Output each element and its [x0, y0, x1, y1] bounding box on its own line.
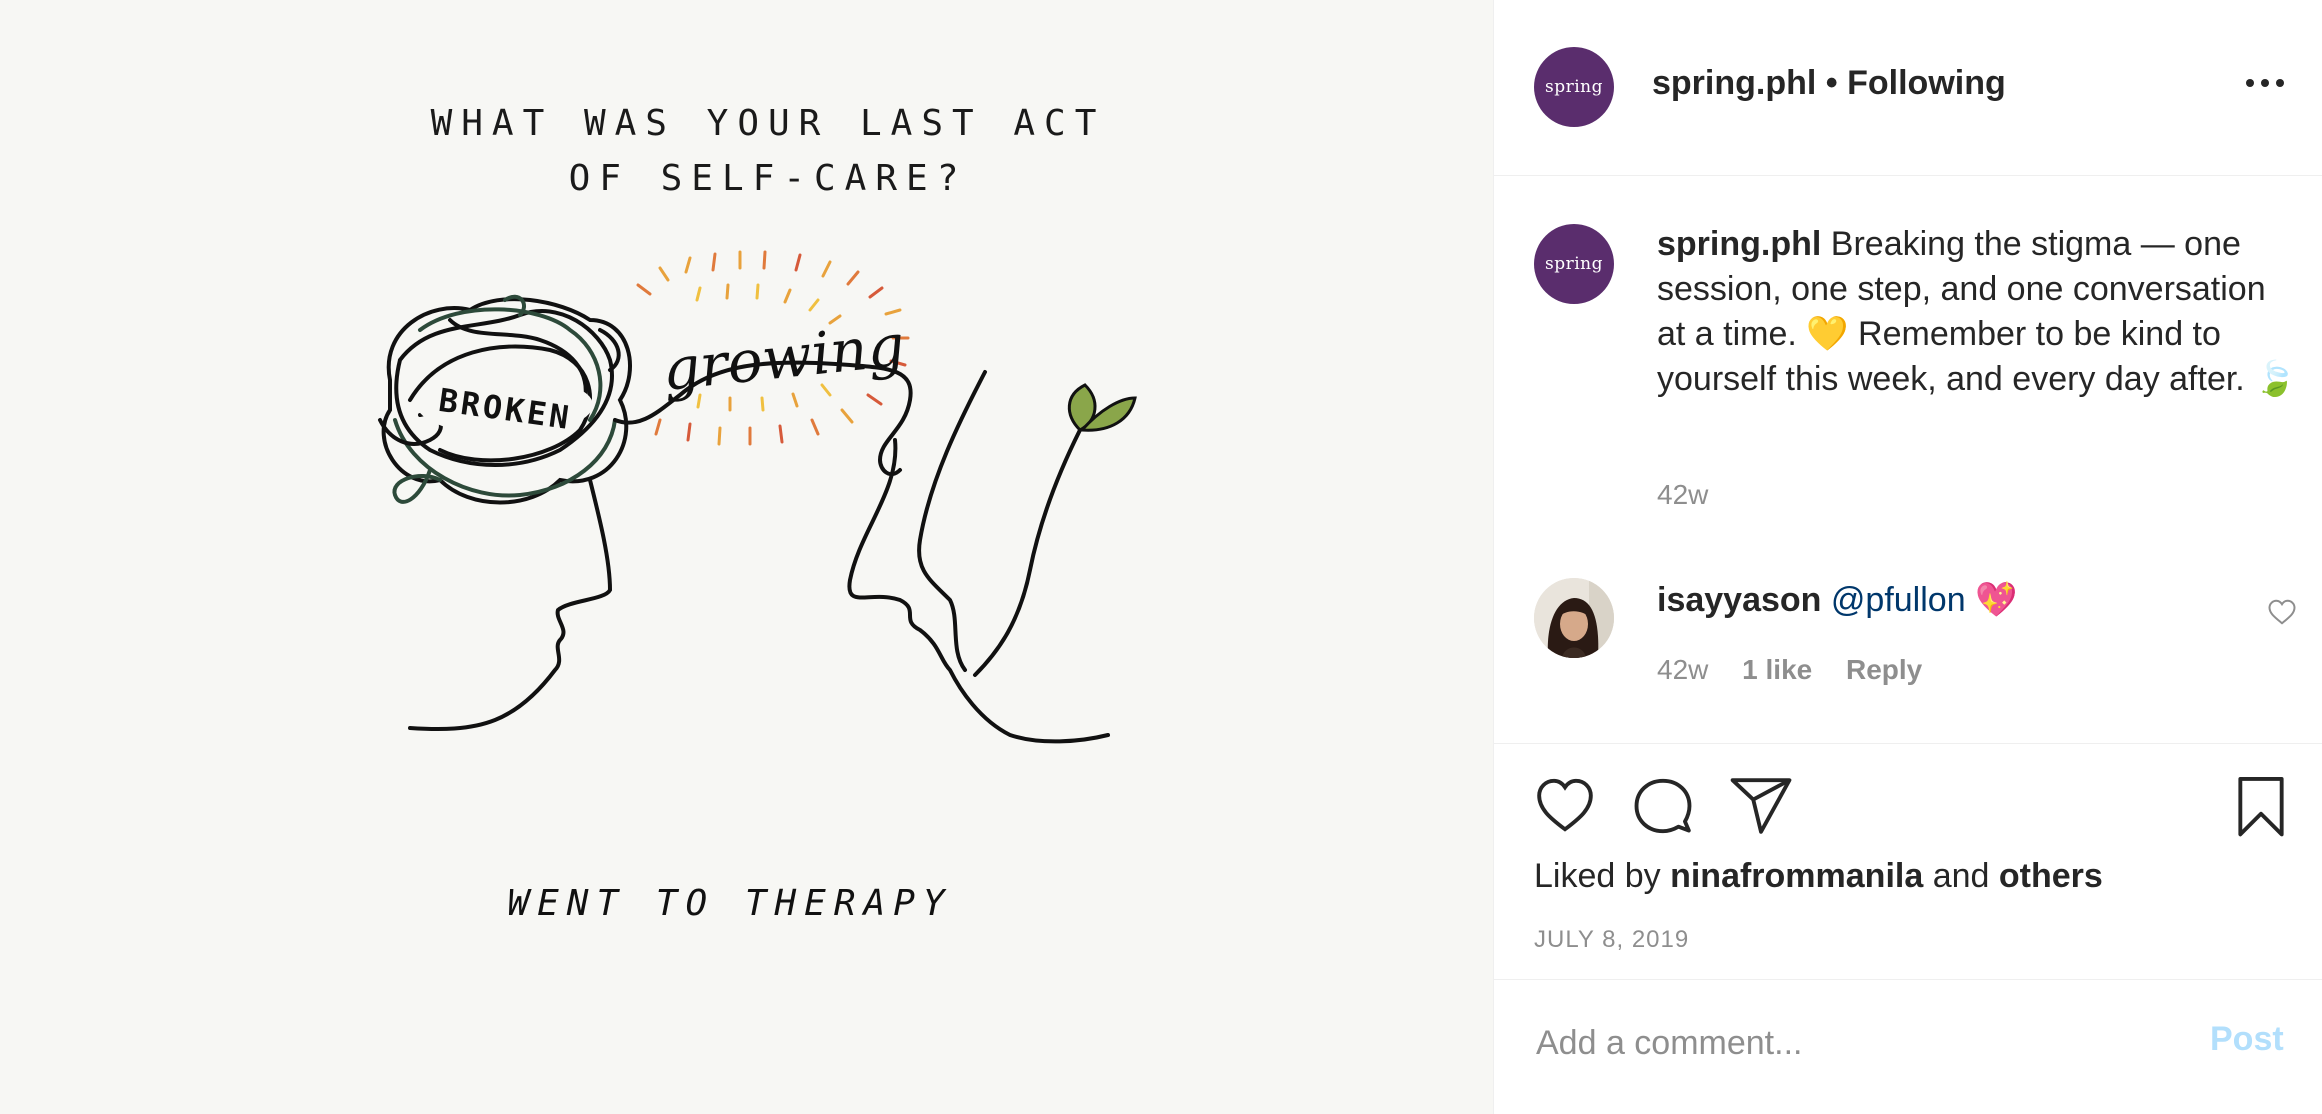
comment-emoji: 💖	[1975, 581, 2018, 619]
illustration-bottom-text: WENT TO THERAPY	[507, 883, 952, 924]
commenter-username[interactable]: isayyason	[1657, 581, 1821, 619]
illustration-word-growing: growing	[659, 311, 907, 404]
liked-by-user[interactable]: ninafrommanila	[1670, 857, 1923, 895]
liked-by-conjunction: and	[1932, 857, 1990, 895]
caption-timestamp[interactable]: 42w	[1657, 479, 1708, 511]
post-sidebar: spring spring.phl • Following spring spr…	[1493, 0, 2322, 1114]
left-face-outline	[408, 478, 613, 732]
commenter-avatar-photo	[1534, 578, 1614, 658]
post-image[interactable]: WHAT WAS YOUR LAST ACT OF SELF-CARE? BRO…	[0, 0, 1493, 1114]
post-date[interactable]: JULY 8, 2019	[1534, 926, 1689, 954]
add-comment-bar: Post	[1494, 979, 2322, 1114]
comment-text: isayyason @pfullon 💖	[1657, 580, 2017, 620]
right-face-inner	[917, 370, 987, 672]
commenter-avatar[interactable]	[1534, 578, 1614, 658]
heart-outline-icon[interactable]	[2267, 598, 2297, 626]
header-user-line: spring.phl • Following	[1652, 64, 2006, 103]
heart-icon[interactable]	[1534, 775, 1596, 837]
sprout-stem	[973, 428, 1082, 677]
comment-likes-count[interactable]: 1 like	[1742, 654, 1812, 685]
paper-plane-icon[interactable]	[1730, 775, 1792, 837]
bookmark-icon[interactable]	[2230, 775, 2292, 837]
post-header: spring spring.phl • Following	[1494, 0, 2322, 176]
author-username[interactable]: spring.phl	[1652, 64, 1816, 102]
author-avatar-text: spring	[1544, 77, 1603, 97]
comment-bubble-icon[interactable]	[1632, 775, 1694, 837]
author-avatar[interactable]: spring	[1534, 47, 1614, 127]
caption-avatar[interactable]: spring	[1534, 224, 1614, 304]
more-horizontal-icon[interactable]	[2246, 76, 2288, 90]
right-face-outline	[847, 438, 1110, 744]
comment-meta: 42w 1 like Reply	[1657, 654, 1948, 686]
following-button[interactable]: Following	[1847, 64, 2006, 102]
caption-avatar-text: spring	[1544, 254, 1603, 274]
caption-username[interactable]: spring.phl	[1657, 225, 1821, 263]
comment-item: isayyason @pfullon 💖 42w 1 like Reply	[1494, 576, 2322, 736]
illustration-title-line2: OF SELF-CARE?	[569, 158, 968, 199]
comment-input[interactable]	[1534, 1012, 2178, 1074]
liked-by-prefix: Liked by	[1534, 857, 1661, 895]
post-actions: Liked by ninafrommanila and others JULY …	[1494, 743, 2322, 979]
liked-by-line: Liked by ninafrommanila and others	[1534, 857, 2103, 896]
comment-mention-link[interactable]: @pfullon	[1831, 581, 1966, 619]
header-separator: •	[1816, 64, 1848, 102]
post-illustration: WHAT WAS YOUR LAST ACT OF SELF-CARE? BRO…	[378, 103, 1137, 924]
caption-text-block: spring.phl Breaking the stigma — one ses…	[1657, 222, 2297, 402]
post-comment-button[interactable]: Post	[2210, 1020, 2284, 1059]
illustration-title-line1: WHAT WAS YOUR LAST ACT	[431, 103, 1106, 144]
liked-by-others[interactable]: others	[1999, 857, 2103, 895]
comment-reply-button[interactable]: Reply	[1846, 654, 1922, 685]
comment-timestamp[interactable]: 42w	[1657, 654, 1708, 685]
